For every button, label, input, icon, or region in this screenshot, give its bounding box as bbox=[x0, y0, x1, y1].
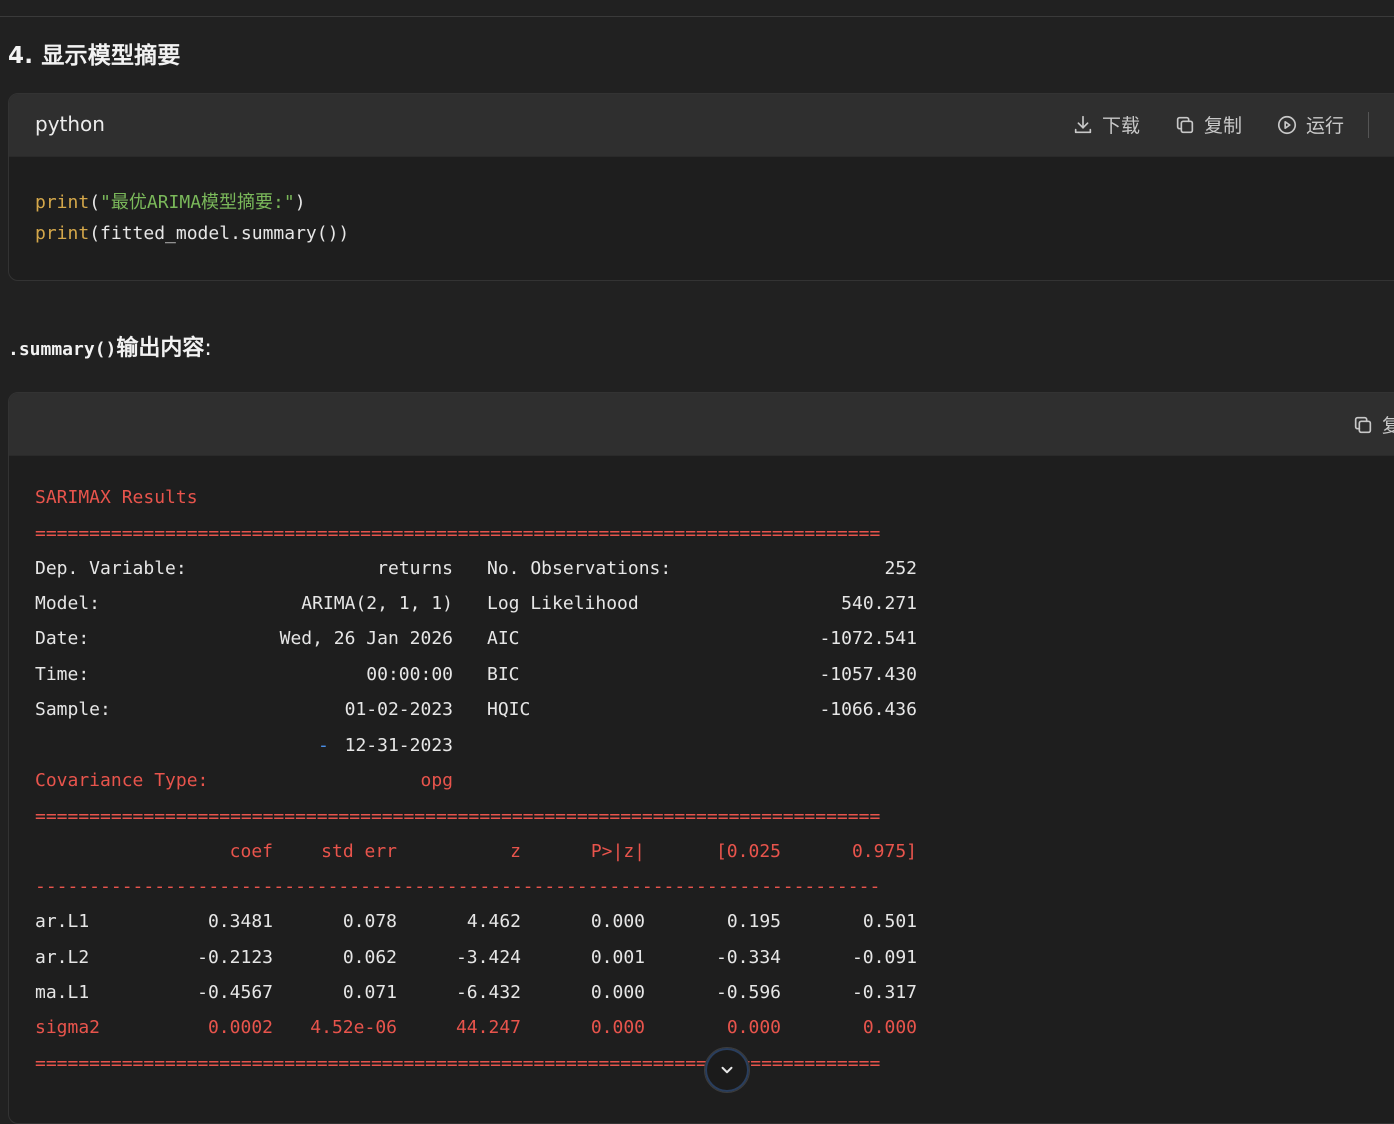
code-block-python: python 下载 复制 运行 print("最优ARIMA模型摘要:") pr… bbox=[8, 93, 1394, 281]
code-line-1: print("最优ARIMA模型摘要:") bbox=[35, 188, 306, 214]
code-paren: ( bbox=[89, 192, 101, 213]
column-header: std err bbox=[321, 841, 397, 862]
param-ci-high: 0.000 bbox=[862, 1017, 917, 1038]
param-coef: -0.4567 bbox=[197, 982, 273, 1003]
rule-double: ========================================… bbox=[35, 1053, 881, 1074]
param-p: 0.000 bbox=[590, 982, 645, 1003]
info-label: Dep. Variable: bbox=[35, 558, 187, 579]
info-value: 01-02-2023 bbox=[344, 699, 453, 720]
covariance-value: opg bbox=[420, 770, 453, 791]
play-circle-icon bbox=[1277, 115, 1297, 134]
info-label: Log Likelihood bbox=[487, 593, 639, 614]
info-value: 12-31-2023 bbox=[344, 735, 453, 756]
run-button[interactable]: 运行 bbox=[1276, 111, 1344, 138]
info-label: BIC bbox=[487, 664, 520, 685]
scroll-down-button[interactable] bbox=[704, 1047, 750, 1093]
param-coef: 0.0002 bbox=[207, 1017, 273, 1038]
code-keyword: print bbox=[35, 192, 90, 213]
covariance-label: Covariance Type: bbox=[35, 770, 209, 791]
summary-heading-text: 输出内容 bbox=[116, 336, 205, 361]
output-copy-label: 复 bbox=[1382, 411, 1394, 438]
param-ci-low: 0.000 bbox=[726, 1017, 781, 1038]
column-header: [0.025 bbox=[715, 841, 781, 862]
info-value: 00:00:00 bbox=[366, 664, 453, 685]
code-block-header: python 下载 复制 运行 bbox=[9, 94, 1394, 157]
copy-button[interactable]: 复制 bbox=[1174, 111, 1242, 138]
output-block-header: 复 bbox=[9, 393, 1394, 456]
top-divider bbox=[0, 16, 1394, 17]
info-label: No. Observations: bbox=[487, 558, 672, 579]
code-string: "最优ARIMA模型摘要:" bbox=[100, 192, 295, 213]
column-header: coef bbox=[229, 841, 273, 862]
param-p: 0.000 bbox=[590, 911, 645, 932]
param-stderr: 4.52e-06 bbox=[310, 1017, 397, 1038]
param-z: 44.247 bbox=[455, 1017, 521, 1038]
info-label: AIC bbox=[487, 628, 520, 649]
code-expression: (fitted_model.summary()) bbox=[89, 223, 350, 244]
chevron-down-icon bbox=[721, 1066, 733, 1074]
param-name: ar.L1 bbox=[35, 911, 90, 932]
param-stderr: 0.071 bbox=[342, 982, 397, 1003]
column-header: 0.975] bbox=[851, 841, 917, 862]
param-ci-low: -0.596 bbox=[715, 982, 781, 1003]
param-name: ma.L1 bbox=[35, 982, 90, 1003]
copy-label: 复制 bbox=[1203, 115, 1242, 137]
rule-single: ----------------------------------------… bbox=[35, 876, 881, 897]
info-value: returns bbox=[377, 558, 453, 579]
code-paren: ) bbox=[294, 192, 306, 213]
rule-double: ========================================… bbox=[35, 806, 881, 827]
code-line-2: print(fitted_model.summary()) bbox=[35, 223, 349, 244]
param-p: 0.001 bbox=[590, 947, 645, 968]
param-ci-high: 0.501 bbox=[862, 911, 917, 932]
param-ci-high: -0.091 bbox=[851, 947, 917, 968]
param-stderr: 0.078 bbox=[342, 911, 397, 932]
info-value: -1057.430 bbox=[819, 664, 917, 685]
param-z: 4.462 bbox=[466, 911, 521, 932]
info-label: Model: bbox=[35, 593, 101, 614]
run-label: 运行 bbox=[1305, 115, 1344, 137]
info-label: Sample: bbox=[35, 699, 111, 720]
param-stderr: 0.062 bbox=[342, 947, 397, 968]
rule-double: ========================================… bbox=[35, 523, 881, 544]
download-label: 下载 bbox=[1101, 115, 1140, 137]
results-title: SARIMAX Results bbox=[35, 487, 198, 508]
summary-heading-colon: : bbox=[204, 336, 212, 361]
column-header: z bbox=[510, 841, 521, 862]
param-p: 0.000 bbox=[590, 1017, 645, 1038]
download-button[interactable]: 下载 bbox=[1072, 111, 1140, 138]
output-copy-button[interactable]: 复 bbox=[1352, 411, 1394, 438]
info-value: ARIMA(2, 1, 1) bbox=[301, 593, 453, 614]
info-value: -1072.541 bbox=[819, 628, 917, 649]
param-z: -3.424 bbox=[455, 947, 521, 968]
section-heading: 4. 显示模型摘要 bbox=[8, 43, 181, 69]
summary-heading: .summary()输出内容: bbox=[8, 330, 212, 362]
param-coef: -0.2123 bbox=[197, 947, 273, 968]
code-language-label: python bbox=[35, 112, 105, 136]
param-name: sigma2 bbox=[35, 1017, 101, 1038]
code-keyword: print bbox=[35, 223, 90, 244]
copy-icon bbox=[1176, 116, 1194, 133]
param-ci-low: -0.334 bbox=[715, 947, 781, 968]
info-value: 540.271 bbox=[841, 593, 917, 614]
param-ci-low: 0.195 bbox=[726, 911, 781, 932]
download-icon bbox=[1074, 115, 1092, 133]
summary-heading-code: .summary() bbox=[8, 339, 117, 360]
info-label: HQIC bbox=[487, 699, 531, 720]
info-value: 252 bbox=[884, 558, 917, 579]
param-z: -6.432 bbox=[455, 982, 521, 1003]
param-coef: 0.3481 bbox=[207, 911, 273, 932]
param-ci-high: -0.317 bbox=[851, 982, 917, 1003]
action-divider bbox=[1368, 111, 1369, 138]
info-label: Date: bbox=[35, 628, 90, 649]
column-header: P>|z| bbox=[590, 841, 645, 862]
info-label: Time: bbox=[35, 664, 90, 685]
param-name: ar.L2 bbox=[35, 947, 90, 968]
info-value: Wed, 26 Jan 2026 bbox=[279, 628, 453, 649]
code-actions: 下载 复制 运行 bbox=[1038, 111, 1369, 138]
info-value: -1066.436 bbox=[819, 699, 917, 720]
copy-icon bbox=[1354, 416, 1372, 433]
output-block: 复 SARIMAX Results ======================… bbox=[8, 392, 1394, 1124]
